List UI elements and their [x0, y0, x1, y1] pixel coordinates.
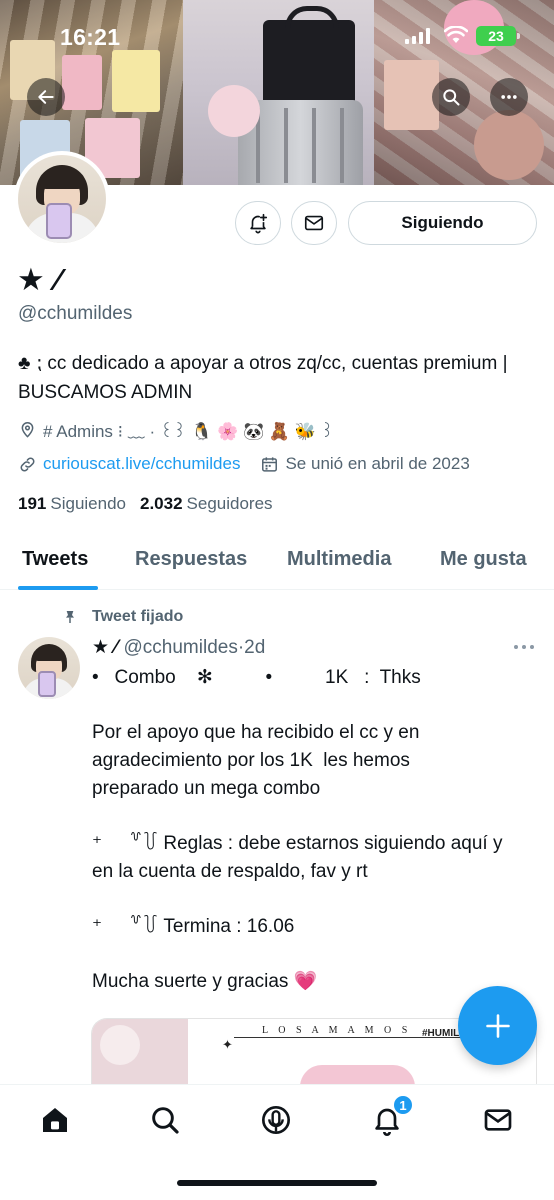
tab-respuestas[interactable]: Respuestas: [135, 548, 247, 571]
tweet-line-break: [92, 886, 537, 913]
tweet-line-break: [92, 941, 537, 968]
profile-location-row: # Admins ⁝ ﹏ · ꒰꒱ 🐧 🌸 🐼 🧸 🐝 ꒱: [18, 417, 334, 442]
profile-tabs: Tweets Respuestas Multimedia Me gusta: [0, 534, 554, 590]
media-title-text: L O S A M A M O S: [262, 1025, 412, 1036]
home-indicator: [177, 1180, 377, 1186]
search-icon: [443, 89, 460, 106]
active-tab-indicator: [18, 586, 98, 590]
tweet-line: agradecimiento por los 1K les hemos: [92, 750, 410, 771]
tab-tweets[interactable]: Tweets: [22, 548, 88, 571]
back-arrow-icon: [38, 90, 54, 104]
tweet-header: ★ ⁄ @cchumildes · 2d: [92, 636, 265, 659]
profile-website-item[interactable]: curiouscat.live/cchumildes: [18, 454, 240, 474]
compose-tweet-button[interactable]: [458, 986, 537, 1065]
more-options-button[interactable]: [490, 78, 528, 116]
mail-icon: [304, 215, 324, 231]
media-flower-decoration: [92, 1019, 188, 1084]
following-label: Siguiendo: [50, 494, 126, 513]
profile-location: # Admins ⁝ ﹏ · ꒰꒱ 🐧 🌸 🐼 🧸 🐝 ꒱: [43, 422, 334, 441]
pinned-label-text: Tweet fijado: [92, 608, 184, 625]
message-button[interactable]: [291, 201, 337, 245]
profile-display-name: ★ ⁄: [17, 262, 62, 297]
plus-icon: [485, 1013, 510, 1038]
tweet-line: en la cuenta de respaldo, fav y rt: [92, 861, 368, 882]
status-time: 16:21: [60, 24, 121, 50]
media-sparkle-icon: ✦: [222, 1037, 233, 1052]
profile-joined-date: Se unió en abril de 2023: [285, 454, 470, 473]
bell-plus-icon: [250, 213, 268, 234]
search-icon: [152, 1107, 179, 1134]
status-bar: 16:21 23: [0, 0, 554, 70]
tab-multimedia[interactable]: Multimedia: [287, 548, 391, 571]
pinned-tweet-label: Tweet fijado: [62, 608, 183, 626]
followers-count: 2.032: [140, 494, 183, 513]
wifi-icon: [444, 26, 468, 43]
notifications-subscribe-button[interactable]: [235, 201, 281, 245]
tweet-author-handle[interactable]: @cchumildes: [124, 637, 238, 659]
avatar-image: [18, 155, 106, 243]
tweet-more-icon[interactable]: [512, 636, 536, 658]
profile-links-row: curiouscat.live/cchumildes Se unió en ab…: [18, 454, 470, 474]
profile-handle: @cchumildes: [18, 303, 133, 324]
battery-indicator: 23: [476, 26, 520, 46]
nav-search[interactable]: [148, 1103, 182, 1137]
calendar-icon: [262, 456, 278, 472]
following-button[interactable]: Siguiendo: [348, 201, 537, 245]
followers-label: Seguidores: [186, 494, 273, 513]
media-divider: [234, 1037, 468, 1038]
following-count-link[interactable]: 191 Siguiendo: [18, 494, 126, 514]
notifications-badge: 1: [392, 1094, 414, 1116]
search-profile-button[interactable]: [432, 78, 470, 116]
media-pink-item: [300, 1065, 415, 1084]
back-button[interactable]: [27, 78, 65, 116]
followers-count-link[interactable]: 2.032 Seguidores: [140, 494, 273, 514]
tab-me-gusta[interactable]: Me gusta: [440, 548, 527, 571]
tweet-line: ⁺ ꒷꒦ Reglas : debe estarnos siguiendo aq…: [92, 833, 503, 854]
location-pin-icon: [21, 422, 34, 438]
nav-home[interactable]: [38, 1103, 72, 1137]
following-count: 191: [18, 494, 47, 513]
more-icon: [501, 95, 517, 99]
link-icon: [20, 457, 35, 471]
tweet-line: Por el apoyo que ha recibido el cc y en: [92, 722, 420, 743]
tweet-author-avatar[interactable]: [18, 637, 80, 699]
battery-level: 23: [488, 28, 504, 44]
tweet-line: ⁺ ꒷꒦ Termina : 16.06: [92, 916, 295, 937]
tweet-line: Mucha suerte y gracias 💗: [92, 971, 318, 992]
profile-follow-counts: 191 Siguiendo 2.032 Seguidores: [18, 494, 273, 514]
tweet-line: • Combo ✻ • 1K : Thks: [92, 667, 421, 688]
tweet-line: preparado un mega combo: [92, 778, 321, 799]
nav-messages[interactable]: [481, 1103, 515, 1137]
profile-website-link[interactable]: curiouscat.live/cchumildes: [43, 454, 240, 474]
cellular-signal-icon: [405, 28, 430, 44]
tweet-line-break: [92, 803, 537, 830]
profile-avatar[interactable]: [14, 151, 110, 247]
tweet-author-name[interactable]: ★ ⁄: [92, 636, 118, 659]
tweet-text: • Combo ✻ • 1K : Thks Por el apoyo que h…: [92, 664, 537, 996]
nav-spaces[interactable]: [259, 1103, 293, 1137]
spaces-icon: [262, 1106, 290, 1134]
profile-joined-item: Se unió en abril de 2023: [260, 454, 470, 474]
pin-icon: [66, 611, 74, 623]
profile-bio: ♣︎ ⁏ cc dedicado a apoyar a otros zq/cc,…: [18, 353, 508, 403]
mail-icon: [484, 1109, 512, 1131]
home-icon: [43, 1108, 67, 1132]
tweet-line-break: [92, 692, 537, 719]
tweet-timestamp[interactable]: 2d: [244, 637, 265, 659]
